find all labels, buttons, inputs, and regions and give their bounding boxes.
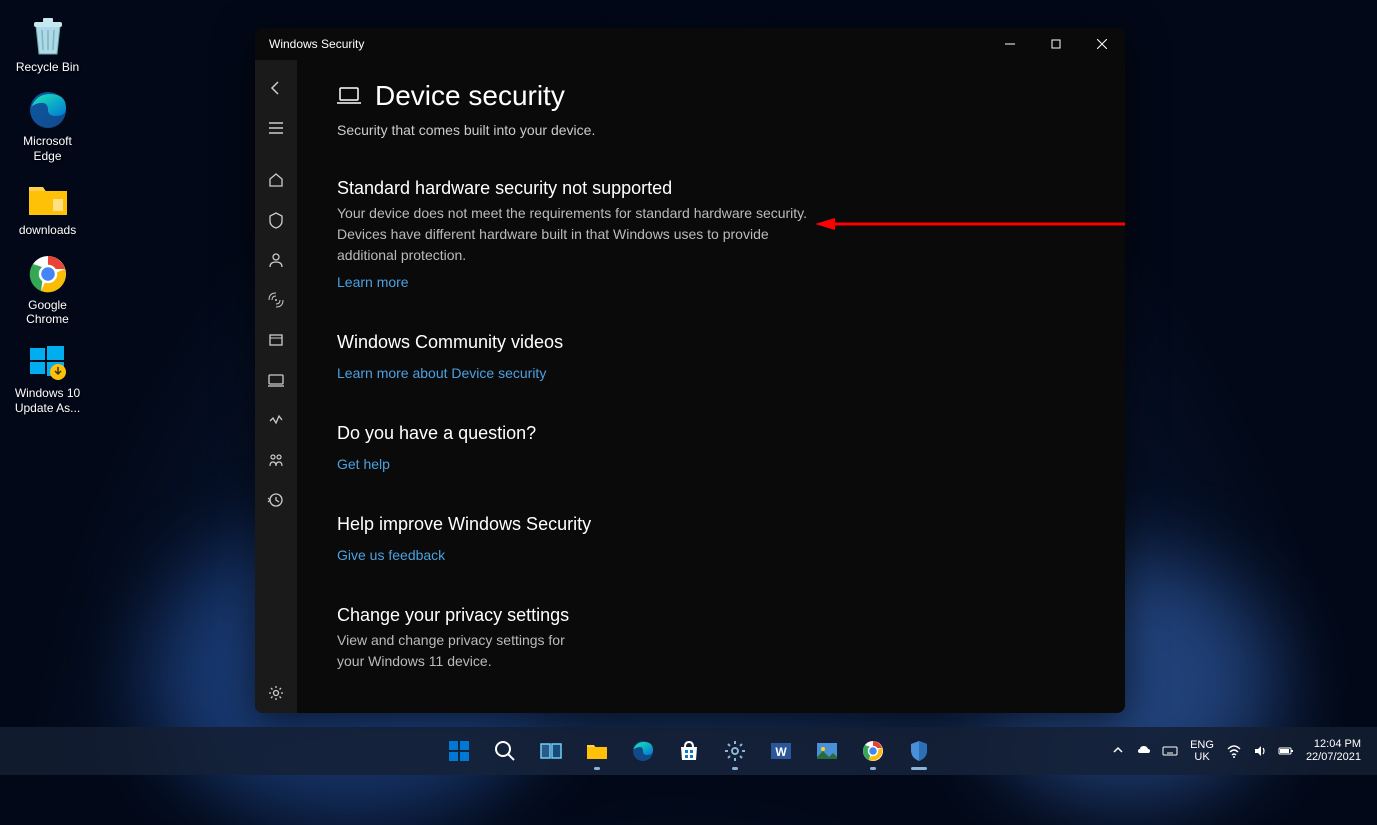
window-title: Windows Security	[269, 37, 364, 51]
taskbar-item-edge[interactable]	[623, 731, 663, 771]
battery-icon	[1278, 743, 1294, 759]
section-privacy: Change your privacy settings View and ch…	[337, 605, 1085, 672]
sidebar-item-protection-history[interactable]	[255, 480, 297, 520]
volume-icon	[1252, 743, 1268, 759]
section-title: Change your privacy settings	[337, 605, 1085, 626]
keyboard-icon	[1162, 743, 1178, 759]
content-area: Device security Security that comes buil…	[297, 60, 1125, 713]
taskbar-item-store[interactable]	[669, 731, 709, 771]
icon-label: Google Chrome	[8, 298, 88, 327]
system-tray-2[interactable]	[1226, 743, 1294, 759]
tray-overflow-icon[interactable]	[1112, 744, 1124, 759]
section-title: Do you have a question?	[337, 423, 1085, 444]
desktop-icon-chrome[interactable]: Google Chrome	[5, 248, 90, 337]
close-button[interactable]	[1079, 28, 1125, 60]
icon-label: Recycle Bin	[16, 60, 79, 74]
section-body: Your device does not meet the requiremen…	[337, 203, 817, 266]
taskbar: W ENG UK 12:04 PM 22/07/2021	[0, 727, 1377, 775]
section-question: Do you have a question? Get help	[337, 423, 1085, 474]
sidebar-item-app-browser[interactable]	[255, 320, 297, 360]
desktop-icons: Recycle Bin Microsoft Edge downloads Goo…	[5, 10, 90, 425]
section-title: Help improve Windows Security	[337, 514, 1085, 535]
sidebar-item-settings[interactable]	[255, 673, 297, 713]
chrome-icon	[27, 253, 69, 295]
sidebar-item-home[interactable]	[255, 160, 297, 200]
edge-icon	[27, 89, 69, 131]
back-button[interactable]	[255, 68, 297, 108]
desktop-icon-recycle-bin[interactable]: Recycle Bin	[5, 10, 90, 84]
learn-more-device-security-link[interactable]: Learn more about Device security	[337, 365, 546, 381]
wifi-icon	[1226, 743, 1242, 759]
learn-more-link[interactable]: Learn more	[337, 274, 409, 290]
get-help-link[interactable]: Get help	[337, 456, 390, 472]
windows-update-icon	[27, 341, 69, 383]
sidebar-item-virus[interactable]	[255, 200, 297, 240]
clock[interactable]: 12:04 PM 22/07/2021	[1306, 738, 1369, 764]
maximize-button[interactable]	[1033, 28, 1079, 60]
section-hardware: Standard hardware security not supported…	[337, 178, 1085, 292]
time: 12:04 PM	[1314, 738, 1361, 751]
sidebar-item-family[interactable]	[255, 440, 297, 480]
icon-label: downloads	[19, 223, 76, 237]
desktop-icon-win-update[interactable]: Windows 10 Update As...	[5, 336, 90, 425]
recycle-bin-icon	[27, 15, 69, 57]
taskbar-item-explorer[interactable]	[577, 731, 617, 771]
page-header: Device security	[337, 80, 1085, 112]
icon-label: Microsoft Edge	[8, 134, 88, 163]
svg-text:W: W	[775, 745, 787, 759]
windows-security-window: Windows Security Device security	[255, 28, 1125, 713]
page-title: Device security	[375, 80, 565, 112]
section-feedback: Help improve Windows Security Give us fe…	[337, 514, 1085, 565]
folder-icon	[27, 178, 69, 220]
taskbar-right: ENG UK 12:04 PM 22/07/2021	[1112, 738, 1369, 764]
taskbar-center: W	[439, 731, 939, 771]
sidebar-item-firewall[interactable]	[255, 280, 297, 320]
date: 22/07/2021	[1306, 751, 1361, 764]
system-tray[interactable]	[1136, 743, 1178, 759]
search-button[interactable]	[485, 731, 525, 771]
language-top: ENG	[1190, 739, 1214, 751]
sidebar-item-account[interactable]	[255, 240, 297, 280]
sidebar-item-device-security[interactable]	[255, 360, 297, 400]
titlebar[interactable]: Windows Security	[255, 28, 1125, 60]
task-view-button[interactable]	[531, 731, 571, 771]
taskbar-item-security[interactable]	[899, 731, 939, 771]
section-body: View and change privacy settings for you…	[337, 630, 577, 672]
section-title: Standard hardware security not supported	[337, 178, 1085, 199]
taskbar-item-word[interactable]: W	[761, 731, 801, 771]
taskbar-item-photos[interactable]	[807, 731, 847, 771]
start-button[interactable]	[439, 731, 479, 771]
laptop-icon	[337, 86, 361, 106]
sidebar-item-device-performance[interactable]	[255, 400, 297, 440]
section-videos: Windows Community videos Learn more abou…	[337, 332, 1085, 383]
desktop-icon-downloads[interactable]: downloads	[5, 173, 90, 247]
desktop-icon-edge[interactable]: Microsoft Edge	[5, 84, 90, 173]
icon-label: Windows 10 Update As...	[8, 386, 88, 415]
give-feedback-link[interactable]: Give us feedback	[337, 547, 445, 563]
onedrive-icon	[1136, 743, 1152, 759]
taskbar-item-settings[interactable]	[715, 731, 755, 771]
section-title: Windows Community videos	[337, 332, 1085, 353]
language-indicator[interactable]: ENG UK	[1190, 739, 1214, 763]
language-bottom: UK	[1194, 751, 1209, 763]
taskbar-item-chrome[interactable]	[853, 731, 893, 771]
sidebar	[255, 60, 297, 713]
page-subtitle: Security that comes built into your devi…	[337, 122, 1085, 138]
hamburger-menu[interactable]	[255, 108, 297, 148]
minimize-button[interactable]	[987, 28, 1033, 60]
